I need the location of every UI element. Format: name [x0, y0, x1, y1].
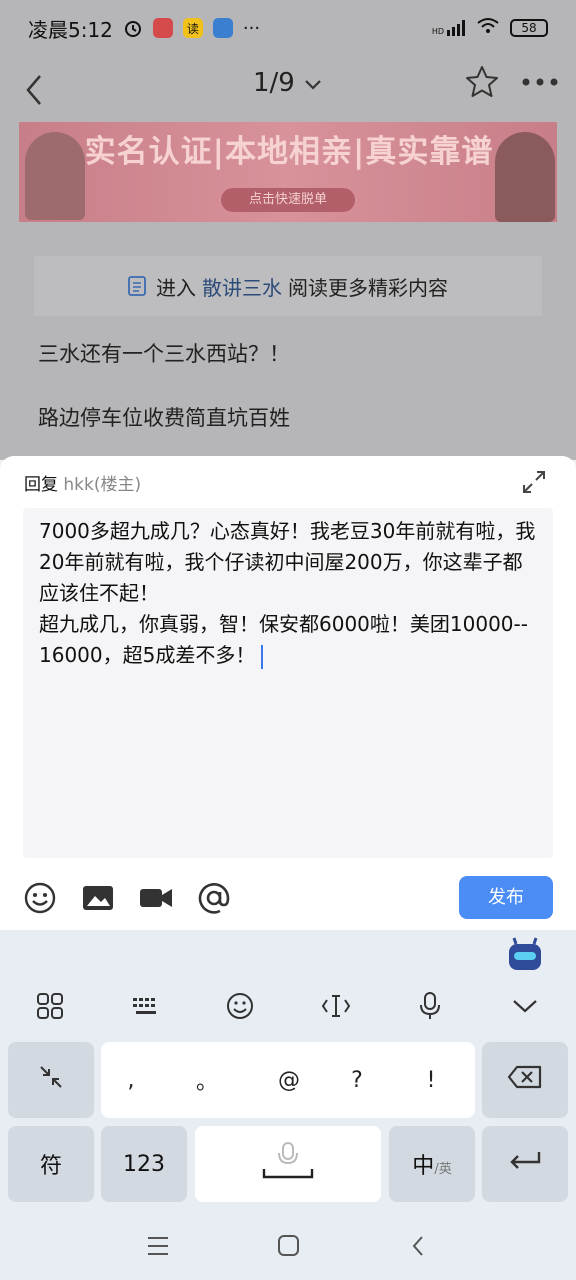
reply-text: 7000多超九成几？心态真好！我老豆30年前就有啦，我20年前就有啦，我个仔读初…	[39, 519, 536, 667]
keyboard-icon[interactable]	[126, 988, 166, 1024]
comma-key[interactable]: ,	[101, 1042, 161, 1118]
app-notification-icon	[152, 18, 173, 38]
top-nav: 1/9	[0, 56, 576, 120]
reply-text-area[interactable]: 7000多超九成几？心态真好！我老豆30年前就有啦，我20年前就有啦，我个仔读初…	[23, 508, 553, 858]
keyboard: , 。 @ ? ! 符 123 中 /英	[0, 930, 576, 1210]
hd-signal-icon: HD	[432, 20, 466, 36]
hide-keyboard-icon[interactable]	[505, 988, 545, 1024]
battery-icon: 58	[510, 19, 548, 37]
at-icon[interactable]	[196, 880, 232, 916]
reply-username: hkk(楼主)	[63, 475, 142, 495]
status-time: 凌晨5:12	[28, 17, 113, 42]
hd-label: HD	[431, 27, 444, 36]
period-key[interactable]: 。	[177, 1042, 237, 1118]
banner-headline: 实名认证|本地相亲|真实靠谱	[84, 134, 494, 170]
enter-forum-box[interactable]: 进入 散讲三水 阅读更多精彩内容	[34, 256, 542, 316]
backspace-icon	[507, 1065, 543, 1095]
banner-button[interactable]: 点击快速脱单	[221, 188, 355, 212]
post-page: 实名认证|本地相亲|真实靠谱 点击快速脱单 进入 散讲三水 阅读更多精彩内容 三…	[0, 120, 576, 460]
image-icon[interactable]	[80, 880, 116, 916]
backspace-key[interactable]	[482, 1042, 568, 1118]
reader-notification-icon: 读	[182, 18, 203, 38]
space-microphone-icon	[258, 1141, 318, 1187]
shrink-keyboard-key[interactable]	[8, 1042, 94, 1118]
grid-icon[interactable]	[30, 988, 70, 1024]
system-nav-bar	[0, 1210, 576, 1280]
post-line: 三水还有一个三水西站？！	[38, 342, 290, 366]
punctuation-key-group: , 。 @ ? !	[101, 1042, 475, 1118]
enter-prefix: 进入	[156, 275, 196, 300]
back-icon[interactable]	[406, 1234, 434, 1258]
language-switch-key[interactable]: 中 /英	[389, 1126, 475, 1202]
lang-alt: /英	[434, 1161, 452, 1177]
exclamation-key[interactable]: !	[401, 1042, 461, 1118]
post-line: 路边停车位收费简直坑百姓	[38, 406, 290, 430]
reply-header: 回复 hkk(楼主)	[24, 470, 141, 495]
wifi-icon	[476, 17, 500, 39]
symbols-key[interactable]: 符	[8, 1126, 94, 1202]
emoji-icon[interactable]	[22, 880, 58, 916]
home-icon[interactable]	[274, 1234, 302, 1258]
enter-suffix: 阅读更多精彩内容	[288, 275, 448, 300]
forum-link[interactable]: 散讲三水	[202, 272, 282, 301]
reply-sheet: 回复 hkk(楼主) 7000多超九成几？心态真好！我老豆30年前就有啦，我20…	[0, 456, 576, 930]
travel-notification-icon	[212, 18, 233, 38]
collapse-icon[interactable]	[520, 468, 548, 496]
status-bar: 凌晨5:12 读 ··· HD 58	[0, 0, 576, 56]
page-indicator-label: 1/9	[252, 68, 295, 98]
banner-figure-right	[495, 132, 555, 222]
question-key[interactable]: ?	[327, 1042, 387, 1118]
star-icon[interactable]	[464, 64, 500, 100]
menu-icon[interactable]	[144, 1234, 172, 1258]
shrink-icon	[37, 1063, 65, 1097]
cursor-move-icon[interactable]	[316, 988, 356, 1024]
microphone-icon[interactable]	[410, 988, 450, 1024]
emoji-icon[interactable]	[220, 988, 260, 1024]
lang-main: 中	[412, 1154, 435, 1179]
alarm-icon	[123, 18, 143, 38]
space-key[interactable]	[195, 1126, 381, 1202]
enter-icon	[508, 1150, 542, 1178]
reply-label: 回复	[24, 475, 58, 495]
more-icon[interactable]	[518, 64, 562, 100]
numbers-key[interactable]: 123	[101, 1126, 187, 1202]
document-icon	[128, 276, 146, 296]
enter-key[interactable]	[482, 1126, 568, 1202]
video-icon[interactable]	[138, 880, 174, 916]
keyboard-assistant-icon[interactable]	[506, 936, 544, 972]
banner-figure-left	[25, 132, 85, 220]
at-key[interactable]: @	[259, 1042, 319, 1118]
more-notifications-icon: ···	[242, 17, 261, 39]
publish-button[interactable]: 发布	[459, 876, 553, 919]
ad-banner[interactable]: 实名认证|本地相亲|真实靠谱 点击快速脱单	[19, 122, 557, 222]
chevron-down-icon	[303, 69, 323, 99]
text-cursor	[261, 644, 264, 669]
